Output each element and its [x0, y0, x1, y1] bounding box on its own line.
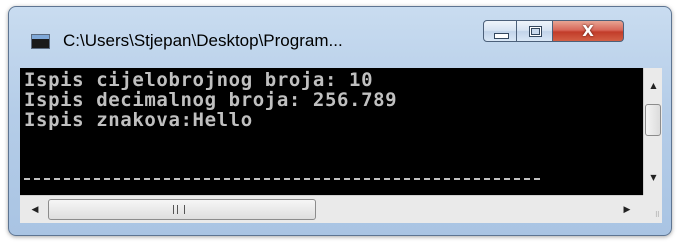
cursor-underline	[24, 178, 540, 180]
maximize-icon	[529, 26, 542, 37]
console-output[interactable]: Ispis cijelobrojnog broja: 10 Ispis deci…	[20, 68, 643, 195]
horizontal-scrollbar[interactable]: ◀ ▶	[20, 195, 643, 223]
console-line: Ispis decimalnog broja: 256.789	[24, 89, 398, 111]
console-app-icon[interactable]	[31, 34, 50, 49]
minimize-icon	[494, 33, 509, 39]
maximize-button[interactable]	[517, 20, 553, 42]
resize-grip-icon: ⠿	[654, 211, 660, 219]
caption-buttons: X	[483, 20, 624, 42]
console-line: Ispis znakova:Hello	[24, 109, 253, 131]
close-button[interactable]: X	[553, 20, 624, 42]
scroll-right-icon[interactable]: ▶	[618, 201, 636, 219]
window-title: C:\Users\Stjepan\Desktop\Program...	[63, 31, 343, 50]
minimize-button[interactable]	[483, 20, 517, 42]
scroll-down-icon[interactable]: ▼	[644, 168, 663, 187]
scroll-up-icon[interactable]: ▲	[644, 76, 663, 95]
resize-grip[interactable]: ⠿	[643, 195, 662, 223]
console-line: Ispis cijelobrojnog broja: 10	[24, 69, 374, 91]
vertical-scrollbar[interactable]: ▲ ▼	[643, 68, 662, 195]
vertical-scroll-thumb[interactable]	[645, 104, 661, 136]
horizontal-scroll-thumb[interactable]	[48, 199, 316, 220]
scroll-left-icon[interactable]: ◀	[26, 201, 44, 219]
grip-icon	[173, 205, 185, 214]
close-icon: X	[582, 22, 594, 40]
